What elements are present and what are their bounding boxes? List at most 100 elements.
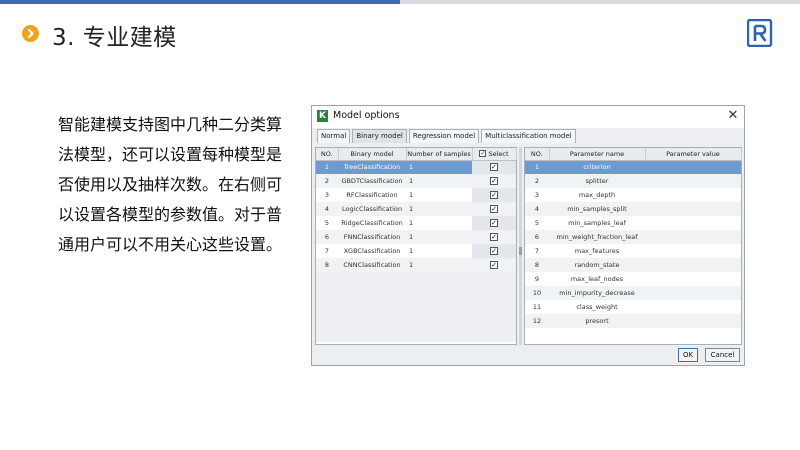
table-row[interactable]: 7 XGBClassification 1 ✓ — [316, 244, 516, 258]
select-cell: ✓ — [472, 174, 516, 188]
app-icon: K — [317, 110, 328, 122]
table-row[interactable]: 7 max_features — [525, 244, 741, 258]
samples-cell[interactable]: 1 — [406, 244, 472, 258]
parameter-name-cell[interactable]: presort — [549, 314, 645, 328]
tab-multiclassification-model[interactable]: Multiclassification model — [481, 129, 576, 143]
select-checkbox[interactable]: ✓ — [490, 177, 498, 185]
row-number-cell: 6 — [316, 230, 338, 244]
parameter-name-cell[interactable]: max_features — [549, 244, 645, 258]
parameter-value-cell[interactable] — [645, 314, 741, 328]
select-all-checkbox[interactable]: ✓ — [479, 150, 487, 158]
column-header-select[interactable]: ✓ Select — [472, 148, 517, 161]
select-checkbox[interactable]: ✓ — [490, 261, 498, 269]
parameter-name-cell[interactable]: min_weight_fraction_leaf — [549, 230, 645, 244]
splitter-grip-icon[interactable] — [519, 247, 522, 255]
select-checkbox[interactable]: ✓ — [490, 247, 498, 255]
table-row[interactable]: 2 GBDTClassification 1 ✓ — [316, 174, 516, 188]
tab-normal[interactable]: Normal — [317, 129, 351, 143]
column-header-no[interactable]: NO. — [525, 148, 550, 161]
table-row[interactable]: 8 random_state — [525, 258, 741, 272]
parameter-value-cell[interactable] — [645, 272, 741, 286]
parameter-value-cell[interactable] — [645, 202, 741, 216]
parameter-value-cell[interactable] — [645, 160, 741, 174]
parameter-value-cell[interactable] — [645, 188, 741, 202]
parameter-value-cell[interactable] — [645, 230, 741, 244]
table-row[interactable]: 1 TreeClassification 1 ✓ — [316, 160, 516, 174]
column-header-parameter-value[interactable]: Parameter value — [645, 148, 742, 161]
table-row[interactable]: 5 min_samples_leaf — [525, 216, 741, 230]
parameter-value-cell[interactable] — [645, 174, 741, 188]
parameter-name-cell[interactable]: max_leaf_nodes — [549, 272, 645, 286]
table-row[interactable]: 3 RFClassification 1 ✓ — [316, 188, 516, 202]
parameter-name-cell[interactable]: class_weight — [549, 300, 645, 314]
row-number-cell: 11 — [532, 303, 542, 311]
row-number-cell: 12 — [525, 314, 549, 328]
model-name-cell[interactable]: RFClassification — [338, 188, 406, 202]
tab-regression-model[interactable]: Regression model — [408, 129, 480, 143]
samples-cell[interactable]: 1 — [406, 160, 472, 174]
row-number-cell: 4 — [316, 202, 338, 216]
parameter-name-cell[interactable]: min_samples_split — [549, 202, 645, 216]
row-number-cell: 1 — [525, 160, 549, 174]
parameter-name-cell[interactable]: criterion — [549, 160, 645, 174]
select-checkbox[interactable]: ✓ — [490, 191, 498, 199]
select-checkbox[interactable]: ✓ — [490, 233, 498, 241]
parameter-value-cell[interactable] — [645, 300, 741, 314]
samples-cell[interactable]: 1 — [406, 230, 472, 244]
empty-row — [316, 286, 516, 300]
table-row[interactable]: 8 CNNClassification 1 ✓ — [316, 258, 516, 272]
model-name-cell[interactable]: TreeClassification — [338, 160, 406, 174]
select-cell: ✓ — [472, 244, 516, 258]
model-name-cell[interactable]: LogicClassification — [338, 202, 406, 216]
samples-cell[interactable]: 1 — [406, 202, 472, 216]
parameter-value-cell[interactable] — [645, 244, 741, 258]
parameter-name-cell[interactable]: random_state — [549, 258, 645, 272]
samples-cell[interactable]: 1 — [406, 258, 472, 272]
parameter-value-cell[interactable] — [645, 216, 741, 230]
cancel-button[interactable]: Cancel — [705, 348, 740, 362]
table-row[interactable]: 9 max_leaf_nodes — [525, 272, 741, 286]
column-header-number-of-samples[interactable]: Number of samples — [406, 148, 473, 161]
model-name-cell[interactable]: GBDTClassification — [338, 174, 406, 188]
pane-splitter[interactable] — [519, 147, 522, 345]
select-checkbox[interactable]: ✓ — [490, 163, 498, 172]
parameter-name-cell[interactable]: min_samples_leaf — [549, 216, 645, 230]
model-name-cell[interactable]: RidgeClassification — [338, 216, 406, 230]
table-row[interactable]: 6 FNNClassification 1 ✓ — [316, 230, 516, 244]
parameter-name-cell[interactable]: splitter — [549, 174, 645, 188]
parameter-name-cell[interactable]: max_depth — [549, 188, 645, 202]
ok-button[interactable]: OK — [678, 348, 698, 362]
table-row[interactable]: 11 class_weight — [525, 300, 741, 314]
close-icon[interactable]: ✕ — [725, 108, 741, 124]
select-checkbox[interactable]: ✓ — [490, 219, 498, 227]
column-header-no[interactable]: NO. — [316, 148, 339, 161]
parameter-value-cell[interactable] — [645, 286, 741, 300]
table-row[interactable]: 4 LogicClassification 1 ✓ — [316, 202, 516, 216]
table-row[interactable]: 10 min_impurity_decrease — [525, 286, 741, 300]
parameter-value-cell[interactable] — [645, 258, 741, 272]
row-number-cell: 7 — [534, 247, 540, 255]
logo-icon — [746, 18, 774, 48]
samples-cell[interactable]: 1 — [406, 188, 472, 202]
table-row[interactable]: 12 presort — [525, 314, 741, 328]
model-name-cell[interactable]: FNNClassification — [338, 230, 406, 244]
column-header-binary-model[interactable]: Binary model — [338, 148, 407, 161]
model-name-cell[interactable]: XGBClassification — [338, 244, 406, 258]
model-name-cell[interactable]: CNNClassification — [338, 258, 406, 272]
samples-cell[interactable]: 1 — [406, 216, 472, 230]
table-row[interactable]: 1 criterion — [525, 160, 741, 174]
samples-cell[interactable]: 1 — [406, 174, 472, 188]
select-checkbox[interactable]: ✓ — [490, 205, 498, 213]
table-row[interactable]: 6 min_weight_fraction_leaf — [525, 230, 741, 244]
table-row[interactable]: 5 RidgeClassification 1 ✓ — [316, 216, 516, 230]
row-number-cell: 2 — [525, 174, 549, 188]
dialog-titlebar: K Model options ✕ — [312, 106, 744, 128]
table-row[interactable]: 3 max_depth — [525, 188, 741, 202]
table-row[interactable]: 4 min_samples_split — [525, 202, 741, 216]
parameter-name-cell[interactable]: min_impurity_decrease — [549, 286, 645, 300]
select-header-label: Select — [488, 149, 509, 158]
tab-binary-model[interactable]: Binary model — [352, 129, 407, 143]
table-row[interactable]: 2 splitter — [525, 174, 741, 188]
column-header-parameter-name[interactable]: Parameter name — [549, 148, 646, 161]
empty-cell — [316, 328, 516, 342]
